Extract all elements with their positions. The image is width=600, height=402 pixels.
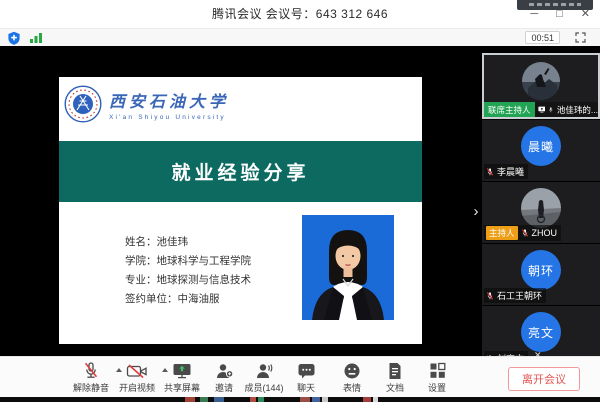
security-shield-icon[interactable] bbox=[7, 31, 21, 45]
cutoff-tooltip bbox=[517, 0, 593, 10]
participant-tile[interactable]: 主持人 ZHOU bbox=[482, 181, 600, 243]
mic-muted-icon bbox=[81, 362, 101, 380]
docs-button[interactable]: 文档 bbox=[371, 361, 419, 394]
share-screen-icon bbox=[172, 362, 192, 380]
id-photo bbox=[302, 215, 394, 320]
titlebar: 腾讯会议 会议号：643 312 646 ─ □ ✕ bbox=[0, 0, 600, 28]
participant-avatar-initials: 亮文 bbox=[521, 312, 561, 352]
participant-avatar-initials: 晨曦 bbox=[521, 126, 561, 166]
apps-grid-icon bbox=[429, 362, 446, 379]
university-logo: 西安石油大学 Xi'an Shiyou University bbox=[64, 85, 229, 123]
mic-on-icon bbox=[548, 105, 554, 115]
meeting-window: 腾讯会议 会议号：643 312 646 ─ □ ✕ 00:51 bbox=[0, 0, 600, 402]
unmute-button[interactable]: 解除静音 bbox=[67, 361, 115, 394]
participant-avatar-photo bbox=[521, 188, 561, 228]
host-badge: 主持人 bbox=[486, 226, 518, 240]
invite-person-icon bbox=[214, 362, 234, 380]
participant-avatar-photo bbox=[522, 62, 560, 100]
meeting-timer: 00:51 bbox=[525, 31, 560, 44]
start-video-button[interactable]: 开启视频 bbox=[113, 361, 161, 394]
smiley-icon bbox=[343, 362, 361, 380]
network-signal-icon bbox=[29, 32, 43, 44]
screen-sharing-icon bbox=[538, 105, 546, 114]
info-college: 学院：地球科学与工程学院 bbox=[125, 252, 251, 271]
speaker-info: 姓名：池佳玮 学院：地球科学与工程学院 专业：地球探测与信息技术 签约单位：中海… bbox=[125, 233, 251, 309]
university-name-cn: 西安石油大学 bbox=[109, 88, 229, 112]
slide-title-banner: 就业经验分享 bbox=[59, 141, 422, 202]
mic-muted-icon bbox=[486, 167, 494, 177]
mic-muted-icon bbox=[521, 228, 529, 238]
document-icon bbox=[387, 362, 403, 380]
participant-name: 石工王朝环 bbox=[497, 289, 542, 302]
statusbar: 00:51 bbox=[0, 28, 600, 46]
emoji-button[interactable]: 表情 bbox=[328, 361, 376, 394]
chat-button[interactable]: 聊天 bbox=[282, 361, 330, 394]
info-name: 姓名：池佳玮 bbox=[125, 233, 251, 252]
participant-name: ZHOU bbox=[532, 228, 558, 238]
participants-sidebar: 联席主持人 池佳玮的... 晨曦 bbox=[482, 53, 600, 356]
window-title: 腾讯会议 会议号：643 312 646 bbox=[0, 0, 600, 28]
university-name-en: Xi'an Shiyou University bbox=[109, 114, 229, 121]
share-screen-button[interactable]: 共享屏幕 bbox=[158, 361, 206, 394]
slide-title: 就业经验分享 bbox=[171, 158, 309, 185]
info-major: 专业：地球探测与信息技术 bbox=[125, 271, 251, 290]
university-emblem-icon bbox=[64, 85, 102, 123]
members-icon bbox=[254, 362, 274, 380]
participant-avatar-initials: 朝环 bbox=[521, 250, 561, 290]
chat-bubble-icon bbox=[297, 362, 316, 380]
participant-tile[interactable]: 朝环 石工王朝环 bbox=[482, 243, 600, 305]
participant-tile[interactable]: 亮文 刘亮文 ✕ bbox=[482, 305, 600, 356]
presentation-slide: 西安石油大学 Xi'an Shiyou University 就业经验分享 姓名… bbox=[59, 77, 422, 344]
settings-button[interactable]: 设置 bbox=[413, 361, 461, 394]
participant-tile[interactable]: 晨曦 李晨曦 bbox=[482, 119, 600, 181]
shared-screen-area: 西安石油大学 Xi'an Shiyou University 就业经验分享 姓名… bbox=[0, 46, 600, 356]
mic-muted-icon bbox=[486, 291, 494, 301]
participant-name: 池佳玮的... bbox=[557, 104, 598, 116]
fullscreen-icon[interactable] bbox=[575, 32, 586, 43]
participant-tile[interactable]: 联席主持人 池佳玮的... bbox=[482, 53, 600, 119]
info-employer: 签约单位：中海油服 bbox=[125, 290, 251, 309]
members-button[interactable]: 成员(144) bbox=[240, 361, 288, 394]
camera-off-icon bbox=[126, 362, 148, 380]
taskbar-sliver bbox=[0, 397, 600, 402]
leave-meeting-button[interactable]: 离开会议 bbox=[508, 367, 580, 391]
cohost-badge: 联席主持人 bbox=[484, 102, 535, 117]
participant-name: 李晨曦 bbox=[497, 165, 524, 178]
meeting-toolbar: 解除静音 开启视频 共享屏幕 bbox=[0, 356, 600, 397]
